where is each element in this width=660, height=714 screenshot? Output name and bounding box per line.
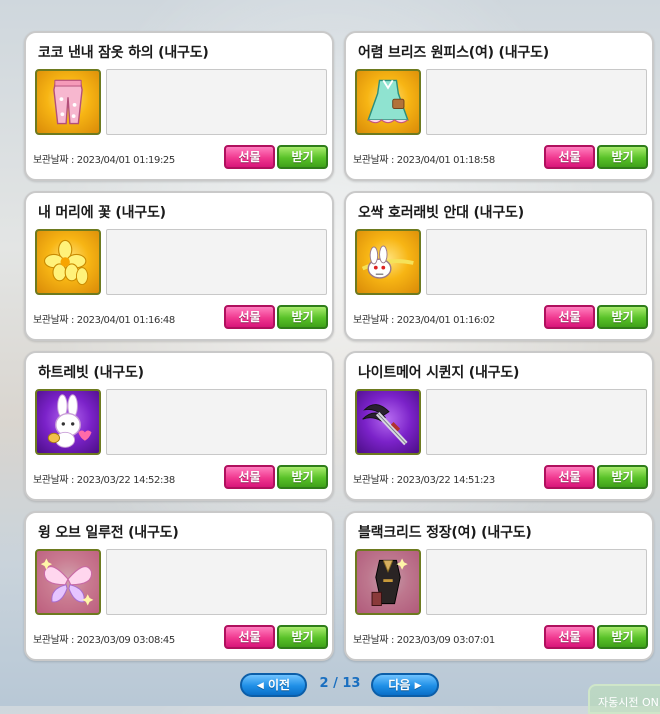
item-description-box [426, 549, 647, 615]
item-card: 어렴 브리즈 원피스(여) (내구도) 보관날짜 : 2023/04/01 01… [344, 31, 654, 181]
item-title: 블랙크리드 정장(여) (내구도) [358, 525, 532, 541]
item-description-box [106, 389, 327, 455]
gift-button[interactable]: 선물 [224, 625, 275, 649]
stored-date: 보관날짜 : 2023/03/09 03:08:45 [33, 635, 175, 646]
stored-date: 보관날짜 : 2023/03/09 03:07:01 [353, 635, 495, 646]
stored-date: 보관날짜 : 2023/04/01 01:19:25 [33, 155, 175, 166]
chevron-left-icon: ◀ [256, 681, 264, 691]
heart-rabbit-icon [35, 389, 101, 455]
stored-date: 보관날짜 : 2023/04/01 01:18:58 [353, 155, 495, 166]
item-title: 코코 낸내 잠옷 하의 (내구도) [38, 45, 209, 61]
receive-button[interactable]: 받기 [597, 305, 648, 329]
receive-button[interactable]: 받기 [277, 145, 328, 169]
gift-button[interactable]: 선물 [544, 625, 595, 649]
horror-rabbit-eyepatch-icon [355, 229, 421, 295]
next-page-button[interactable]: 다음 ▶ [371, 673, 439, 697]
mint-dress-icon [355, 69, 421, 135]
item-description-box [426, 229, 647, 295]
receive-button[interactable]: 받기 [277, 625, 328, 649]
item-description-box [426, 69, 647, 135]
item-grid: 코코 낸내 잠옷 하의 (내구도) 보관날짜 : 2023/04/01 01:1… [24, 31, 654, 661]
prev-page-button[interactable]: ◀ 이전 [240, 673, 307, 697]
item-description-box [106, 69, 327, 135]
item-card: 코코 낸내 잠옷 하의 (내구도) 보관날짜 : 2023/04/01 01:1… [24, 31, 334, 181]
item-card: 나이트메어 시퀸지 (내구도) 보관날짜 : 2023/03/22 14:51:… [344, 351, 654, 501]
item-card: 윙 오브 일루전 (내구도) 보관날짜 : 2023/03/09 03:08:4… [24, 511, 334, 661]
item-title: 오싹 호러래빗 안대 (내구도) [358, 205, 524, 221]
stored-date: 보관날짜 : 2023/03/22 14:51:23 [353, 475, 495, 486]
pagination: ◀ 이전 2 / 13 다음 ▶ [0, 673, 660, 697]
receive-button[interactable]: 받기 [277, 465, 328, 489]
gift-button[interactable]: 선물 [544, 305, 595, 329]
stored-date: 보관날짜 : 2023/03/22 14:52:38 [33, 475, 175, 486]
gift-button[interactable]: 선물 [224, 145, 275, 169]
item-card: 하트레빗 (내구도) 보관날짜 : 2023/03/22 14:52:38 선물… [24, 351, 334, 501]
stored-date: 보관날짜 : 2023/04/01 01:16:48 [33, 315, 175, 326]
nightmare-weapon-icon [355, 389, 421, 455]
item-description-box [106, 549, 327, 615]
item-card: 블랙크리드 정장(여) (내구도) 보관날짜 : 2023/03/09 03:0… [344, 511, 654, 661]
receive-button[interactable]: 받기 [597, 465, 648, 489]
item-card: 오싹 호러래빗 안대 (내구도) 보관날짜 : 2023/04/01 01:16… [344, 191, 654, 341]
gift-button[interactable]: 선물 [544, 465, 595, 489]
black-suit-icon [355, 549, 421, 615]
page-indicator: 2 / 13 [319, 676, 361, 691]
auto-cast-badge[interactable]: 자동시전 ON [588, 684, 660, 714]
gift-button[interactable]: 선물 [224, 465, 275, 489]
item-title: 내 머리에 꽃 (내구도) [38, 205, 166, 221]
receive-button[interactable]: 받기 [597, 625, 648, 649]
item-title: 하트레빗 (내구도) [38, 365, 144, 381]
butterfly-wings-icon [35, 549, 101, 615]
chevron-right-icon: ▶ [414, 681, 422, 691]
receive-button[interactable]: 받기 [597, 145, 648, 169]
receive-button[interactable]: 받기 [277, 305, 328, 329]
item-card: 내 머리에 꽃 (내구도) 보관날짜 : 2023/04/01 01:16:48… [24, 191, 334, 341]
item-title: 어렴 브리즈 원피스(여) (내구도) [358, 45, 549, 61]
item-description-box [426, 389, 647, 455]
item-title: 윙 오브 일루전 (내구도) [38, 525, 179, 541]
gift-button[interactable]: 선물 [544, 145, 595, 169]
item-title: 나이트메어 시퀸지 (내구도) [358, 365, 520, 381]
pink-pajama-pants-icon [35, 69, 101, 135]
stored-date: 보관날짜 : 2023/04/01 01:16:02 [353, 315, 495, 326]
gift-button[interactable]: 선물 [224, 305, 275, 329]
item-description-box [106, 229, 327, 295]
yellow-flower-icon [35, 229, 101, 295]
